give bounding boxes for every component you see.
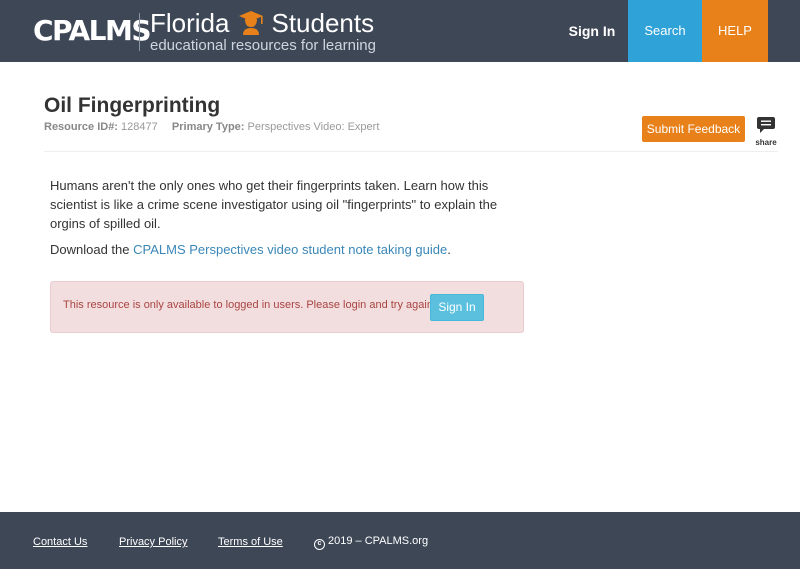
student-silhouette-icon [235,9,267,35]
note-taking-guide-link[interactable]: CPALMS Perspectives video student note t… [133,242,447,257]
nav-sign-in-button[interactable]: Sign In [556,0,628,62]
submit-feedback-button[interactable]: Submit Feedback [642,116,745,142]
login-required-alert: This resource is only available to logge… [50,281,524,333]
resource-id-value: 128477 [121,121,158,133]
site-header: CPALMS Florida Students educational resou… [0,0,800,62]
primary-type-label: Primary Type: [171,121,245,133]
alert-message: This resource is only available to logge… [63,299,436,311]
copyright-text: 2019 – CPALMS.org [328,535,429,547]
brand-subtitle: educational resources for learning [150,37,376,54]
logo-divider [139,13,140,51]
title-divider [44,151,778,152]
share-button[interactable]: share [754,116,778,147]
nav-search-button[interactable]: Search [628,0,702,62]
share-label: share [755,138,777,147]
footer-contact-link[interactable]: Contact Us [33,536,87,548]
download-suffix: . [447,242,451,257]
resource-description: Humans aren't the only ones who get thei… [50,178,498,231]
download-prefix: Download the [50,242,134,257]
resource-id-label: Resource ID#: [44,121,118,133]
footer-privacy-link[interactable]: Privacy Policy [119,536,187,548]
footer-copyright: c 2019 – CPALMS.org [314,535,428,550]
brand-title-students: Students [271,8,375,38]
brand-title[interactable]: Florida Students [150,8,374,38]
nav-help-button[interactable]: HELP [702,0,768,62]
alert-sign-in-button[interactable]: Sign In [430,294,484,321]
footer-terms-link[interactable]: Terms of Use [218,536,283,548]
page-title: Oil Fingerprinting [44,94,221,117]
brand-title-florida: Florida [150,8,230,38]
download-line: Download the CPALMS Perspectives video s… [50,240,451,259]
primary-type-value: Perspectives Video: Expert [247,121,380,133]
speech-bubble-icon [756,117,776,138]
site-footer: Contact Us Privacy Policy Terms of Use c… [0,512,800,569]
cpalms-logo[interactable]: CPALMS [33,16,152,46]
resource-meta: Resource ID#: 128477 Primary Type: Persp… [44,121,379,133]
copyright-icon: c [314,539,325,550]
